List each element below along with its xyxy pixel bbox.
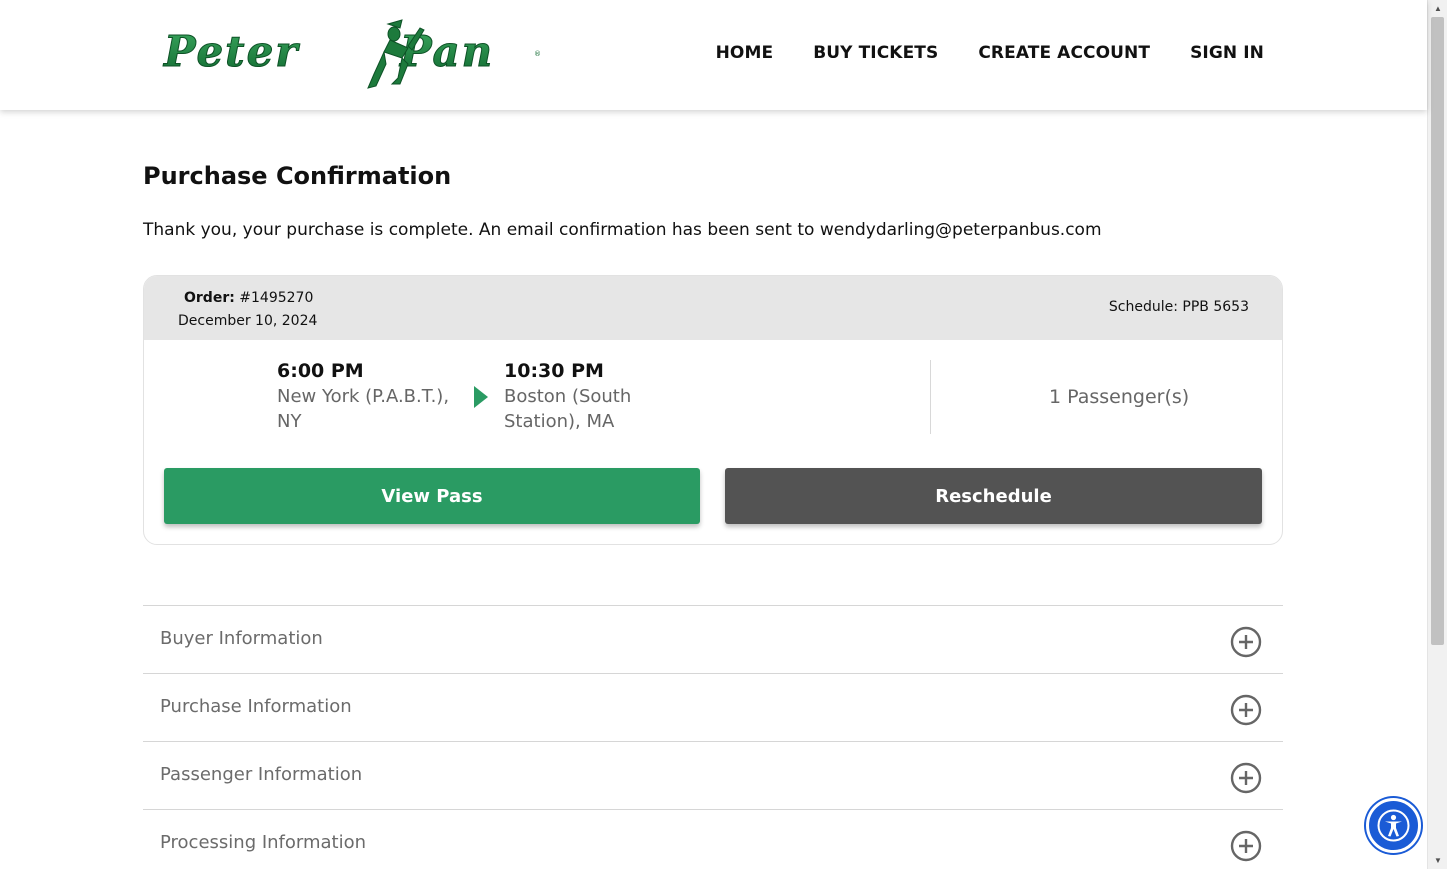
accordion-label: Purchase Information bbox=[160, 696, 352, 717]
accessibility-icon bbox=[1377, 809, 1410, 842]
departure-time: 6:00 PM bbox=[277, 360, 364, 382]
departure-location: New York (P.A.B.T.), NY bbox=[277, 386, 450, 432]
page-title: Purchase Confirmation bbox=[143, 162, 452, 190]
nav-sign-in[interactable]: SIGN IN bbox=[1190, 43, 1264, 63]
card-divider bbox=[930, 360, 931, 434]
accordion-label: Buyer Information bbox=[160, 628, 323, 649]
nav-home[interactable]: HOME bbox=[716, 43, 774, 63]
arrival-time: 10:30 PM bbox=[504, 360, 604, 382]
main-nav: HOME BUY TICKETS CREATE ACCOUNT SIGN IN bbox=[676, 43, 1264, 63]
scrollbar-thumb[interactable] bbox=[1431, 17, 1444, 645]
order-card: Order: #1495270 December 10, 2024 Schedu… bbox=[143, 275, 1283, 545]
scroll-down-arrow-icon[interactable]: ▼ bbox=[1428, 852, 1447, 869]
accordion-processing-information[interactable]: Processing Information bbox=[143, 809, 1283, 869]
route-arrow-icon bbox=[474, 386, 488, 408]
plus-circle-icon[interactable] bbox=[1230, 626, 1262, 658]
view-pass-button[interactable]: View Pass bbox=[164, 468, 700, 524]
arrival-location: Boston (South Station), MA bbox=[504, 386, 632, 432]
order-number: #1495270 bbox=[239, 290, 314, 306]
accordion-label: Passenger Information bbox=[160, 764, 363, 785]
page-scrollbar[interactable]: ▲ ▼ bbox=[1427, 0, 1447, 869]
confirmation-message: Thank you, your purchase is complete. An… bbox=[143, 220, 1102, 240]
site-header: Peter Pan ® HOME BUY TICKETS CREATE ACCO… bbox=[0, 0, 1427, 110]
info-accordion: Buyer Information Purchase Information P… bbox=[143, 605, 1283, 869]
svg-text:Peter: Peter bbox=[163, 27, 300, 76]
schedule-code: Schedule: PPB 5653 bbox=[1108, 299, 1249, 315]
logo-graphic: Peter Pan ® bbox=[163, 19, 541, 89]
scroll-up-arrow-icon[interactable]: ▲ bbox=[1428, 0, 1447, 17]
nav-buy-tickets[interactable]: BUY TICKETS bbox=[813, 43, 938, 63]
accordion-buyer-information[interactable]: Buyer Information bbox=[143, 605, 1283, 673]
accessibility-button[interactable] bbox=[1366, 798, 1421, 853]
reschedule-button[interactable]: Reschedule bbox=[725, 468, 1262, 524]
order-label: Order: bbox=[184, 290, 235, 306]
passenger-count: 1 Passenger(s) bbox=[1049, 386, 1190, 408]
plus-circle-icon[interactable] bbox=[1230, 762, 1262, 794]
accordion-passenger-information[interactable]: Passenger Information bbox=[143, 741, 1283, 809]
svg-text:Pan: Pan bbox=[399, 27, 494, 76]
accordion-purchase-information[interactable]: Purchase Information bbox=[143, 673, 1283, 741]
order-card-header: Order: #1495270 December 10, 2024 Schedu… bbox=[144, 276, 1282, 340]
accordion-label: Processing Information bbox=[160, 832, 367, 853]
plus-circle-icon[interactable] bbox=[1230, 830, 1262, 862]
peter-pan-logo[interactable]: Peter Pan ® bbox=[162, 18, 542, 94]
plus-circle-icon[interactable] bbox=[1230, 694, 1262, 726]
order-date: December 10, 2024 bbox=[178, 313, 318, 329]
nav-create-account[interactable]: CREATE ACCOUNT bbox=[978, 43, 1150, 63]
svg-text:®: ® bbox=[534, 50, 541, 58]
order-number-line: Order: #1495270 bbox=[184, 290, 313, 306]
